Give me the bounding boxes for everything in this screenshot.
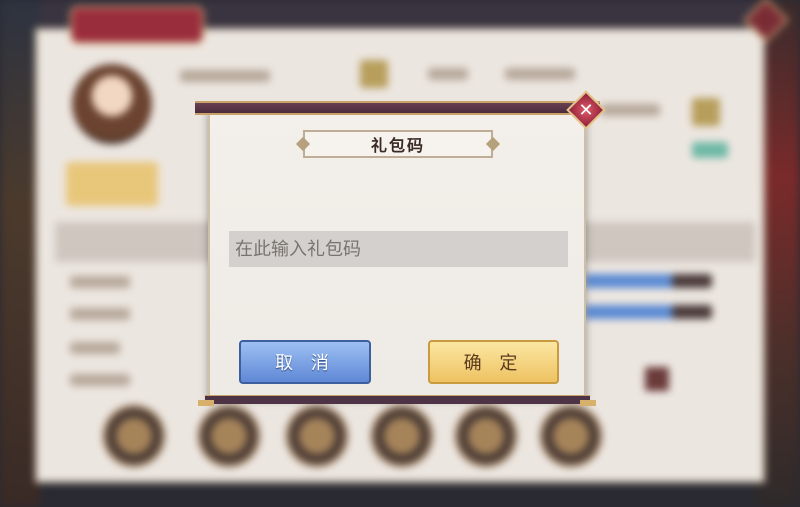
- blurred-text: [428, 68, 468, 80]
- bottom-round-button: [371, 405, 433, 467]
- dialog-title: 礼包码: [370, 136, 425, 155]
- blurred-text: [70, 374, 130, 386]
- volume-slider: [585, 274, 685, 288]
- scene-left: [0, 0, 40, 507]
- blurred-text: [180, 70, 270, 82]
- frame-ornament: [580, 400, 596, 406]
- blurred-text: [70, 342, 120, 354]
- avatar: [72, 64, 152, 144]
- close-icon: ✕: [578, 99, 594, 121]
- cancel-button[interactable]: 取 消: [239, 340, 371, 384]
- confirm-button[interactable]: 确 定: [428, 340, 559, 384]
- gift-code-input[interactable]: [229, 231, 568, 267]
- blurred-text: [505, 68, 575, 80]
- status-tag: [692, 142, 728, 158]
- checkbox: [645, 367, 669, 391]
- dialog-bottom-frame: [205, 395, 590, 404]
- bottom-round-button: [103, 405, 165, 467]
- bottom-round-button: [540, 405, 602, 467]
- edit-icon: [360, 60, 388, 88]
- dialog-top-frame: [195, 101, 600, 115]
- copy-icon: [692, 98, 720, 126]
- dialog-title-frame: 礼包码: [303, 130, 493, 158]
- bottom-round-button: [455, 405, 517, 467]
- blurred-text: [70, 276, 130, 288]
- bottom-round-button: [286, 405, 348, 467]
- panel-title-ribbon: [70, 6, 204, 44]
- blurred-text: [600, 104, 660, 116]
- close-button[interactable]: ✕: [566, 90, 606, 130]
- slider-handle: [672, 305, 712, 319]
- frame-ornament: [198, 400, 214, 406]
- bottom-round-button: [198, 405, 260, 467]
- avatar-button: [66, 162, 158, 206]
- slider-handle: [672, 274, 712, 288]
- blurred-text: [70, 308, 130, 320]
- volume-slider: [585, 305, 685, 319]
